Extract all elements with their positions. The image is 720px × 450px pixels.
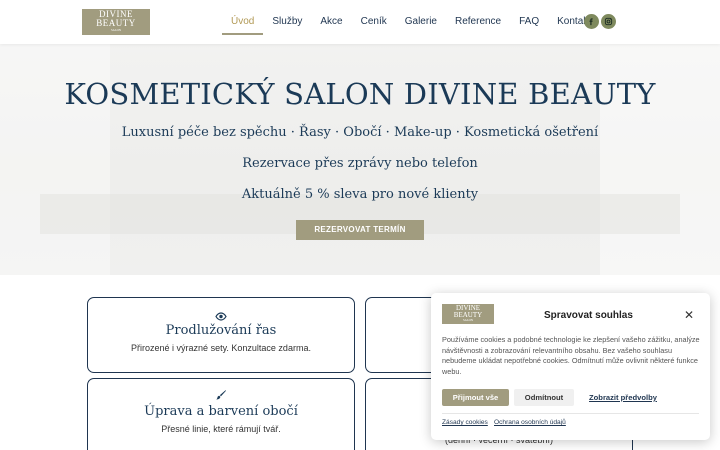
main-nav: Úvod Služby Akce Ceník Galerie Reference…	[222, 9, 605, 35]
nav-item-reference[interactable]: Reference	[446, 9, 510, 35]
hero-subtitle-booking: Rezervace přes zprávy nebo telefon	[242, 156, 478, 171]
nav-item-uvod[interactable]: Úvod	[222, 9, 264, 35]
consent-logo: DIVINE BEAUTY SALON	[442, 304, 494, 324]
nav-item-galerie[interactable]: Galerie	[396, 9, 446, 35]
nav-item-cenik[interactable]: Ceník	[352, 9, 396, 35]
logo-line2: BEAUTY	[96, 18, 136, 28]
service-title: Úprava a barvení obočí	[144, 404, 298, 419]
facebook-icon[interactable]	[584, 14, 599, 29]
hero-title: KOSMETICKÝ SALON DIVINE BEAUTY	[64, 77, 656, 111]
site-header: DIVINE BEAUTY SALON Úvod Služby Akce Cen…	[0, 0, 720, 44]
view-preferences-button[interactable]: Zobrazit předvolby	[582, 389, 664, 406]
service-description: Přirozené i výrazné sety. Konzultace zda…	[131, 343, 311, 353]
hero-subtitle-discount: Aktuálně 5 % sleva pro nové klienty	[241, 187, 479, 202]
site-logo[interactable]: DIVINE BEAUTY SALON	[82, 9, 150, 35]
hero-section: KOSMETICKÝ SALON DIVINE BEAUTY Luxusní p…	[0, 44, 720, 275]
cookie-policy-link[interactable]: Zásady cookies	[442, 419, 488, 426]
privacy-policy-link[interactable]: Ochrana osobních údajů	[494, 419, 566, 426]
service-card-lashes[interactable]: Prodlužování řas Přirozené i výrazné set…	[87, 297, 355, 373]
consent-logo-line3: SALON	[462, 318, 473, 322]
nav-item-akce[interactable]: Akce	[311, 9, 351, 35]
logo-line3: SALON	[110, 28, 121, 32]
close-icon[interactable]: ✕	[684, 309, 694, 321]
nav-item-sluzby[interactable]: Služby	[263, 9, 311, 35]
consent-title: Spravovat souhlas	[544, 310, 633, 321]
deny-button[interactable]: Odmítnout	[514, 389, 574, 406]
book-appointment-button[interactable]: REZERVOVAT TERMÍN	[296, 220, 424, 240]
service-card-brows[interactable]: Úprava a barvení obočí Přesné linie, kte…	[87, 378, 355, 450]
consent-text: Používáme cookies a podobné technologie …	[442, 335, 700, 376]
divider	[442, 413, 699, 414]
instagram-icon[interactable]	[601, 14, 616, 29]
service-description: Přesné linie, které rámují tvář.	[161, 424, 281, 434]
nav-item-faq[interactable]: FAQ	[510, 9, 548, 35]
accept-all-button[interactable]: Přijmout vše	[442, 389, 509, 406]
cookie-consent-dialog: DIVINE BEAUTY SALON Spravovat souhlas ✕ …	[431, 293, 710, 440]
service-title: Prodlužování řas	[165, 323, 277, 338]
hero-subtitle-services: Luxusní péče bez spěchu · Řasy · Obočí ·…	[121, 125, 599, 140]
